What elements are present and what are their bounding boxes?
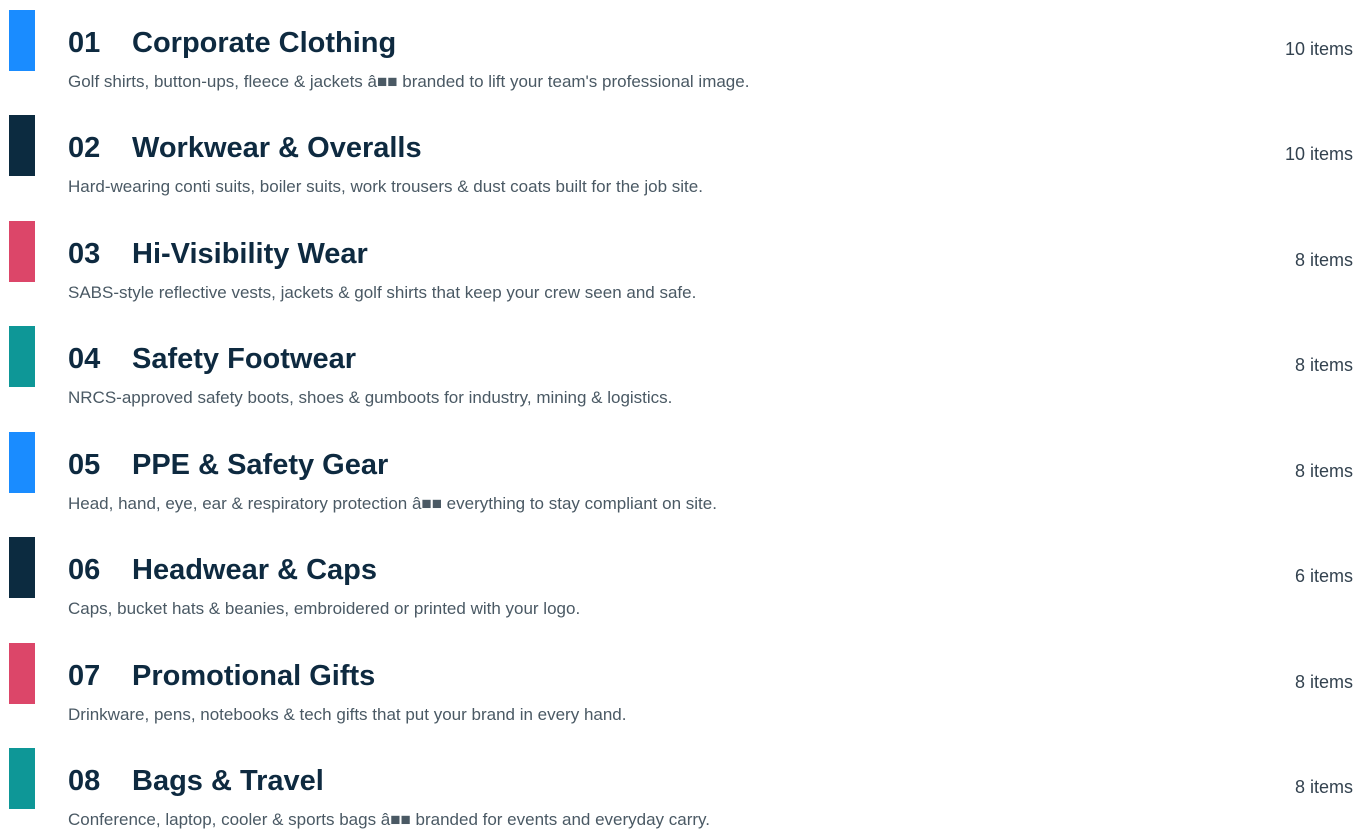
category-row-safety-footwear[interactable]: 04 Safety Footwear NRCS-approved safety … [0,324,1370,406]
category-item-count: 8 items [1294,250,1353,270]
category-description: NRCS-approved safety boots, shoes & gumb… [68,388,673,407]
accent-bar [9,326,35,387]
category-description: Hard-wearing conti suits, boiler suits, … [68,177,703,196]
category-number: 01 [68,27,101,59]
accent-bar [9,221,35,282]
category-description: Golf shirts, button-ups, fleece & jacket… [68,72,750,91]
category-item-count: 10 items [1284,144,1353,164]
category-number: 03 [68,238,101,270]
category-item-count: 8 items [1294,355,1353,375]
category-row-ppe-safety-gear[interactable]: 05 PPE & Safety Gear Head, hand, eye, ea… [0,430,1370,512]
category-number: 08 [68,765,101,797]
category-item-count: 6 items [1294,566,1353,586]
category-title[interactable]: Corporate Clothing [132,29,396,58]
category-title[interactable]: Safety Footwear [132,345,356,374]
category-number: 05 [68,449,101,481]
accent-bar [9,115,35,176]
category-row-hi-visibility-wear[interactable]: 03 Hi-Visibility Wear SABS-style reflect… [0,219,1370,301]
category-number: 07 [68,660,101,692]
category-row-bags-travel[interactable]: 08 Bags & Travel Conference, laptop, coo… [0,746,1370,828]
category-description: Head, hand, eye, ear & respiratory prote… [68,494,717,513]
category-title[interactable]: Hi-Visibility Wear [132,240,368,269]
category-item-count: 8 items [1294,777,1353,797]
category-number: 04 [68,343,101,375]
category-row-workwear-overalls[interactable]: 02 Workwear & Overalls Hard-wearing cont… [0,113,1370,195]
category-title[interactable]: Workwear & Overalls [132,134,422,163]
accent-bar [9,10,35,71]
category-number: 02 [68,132,101,164]
accent-bar [9,537,35,598]
category-row-headwear-caps[interactable]: 06 Headwear & Caps Caps, bucket hats & b… [0,535,1370,617]
category-number: 06 [68,554,101,586]
category-description: Caps, bucket hats & beanies, embroidered… [68,599,581,618]
category-item-count: 10 items [1284,39,1353,59]
accent-bar [9,643,35,704]
category-item-count: 8 items [1294,461,1353,481]
category-description: SABS-style reflective vests, jackets & g… [68,283,697,302]
category-list: 01 Corporate Clothing Golf shirts, butto… [0,0,1370,831]
category-description: Conference, laptop, cooler & sports bags… [68,810,711,829]
category-title[interactable]: PPE & Safety Gear [132,451,388,480]
category-item-count: 8 items [1294,672,1353,692]
category-row-corporate-clothing[interactable]: 01 Corporate Clothing Golf shirts, butto… [0,8,1370,90]
category-title[interactable]: Bags & Travel [132,767,324,796]
category-description: Drinkware, pens, notebooks & tech gifts … [68,705,627,724]
category-row-promotional-gifts[interactable]: 07 Promotional Gifts Drinkware, pens, no… [0,641,1370,723]
category-title[interactable]: Headwear & Caps [132,556,377,585]
category-title[interactable]: Promotional Gifts [132,662,375,691]
accent-bar [9,432,35,493]
accent-bar [9,748,35,809]
